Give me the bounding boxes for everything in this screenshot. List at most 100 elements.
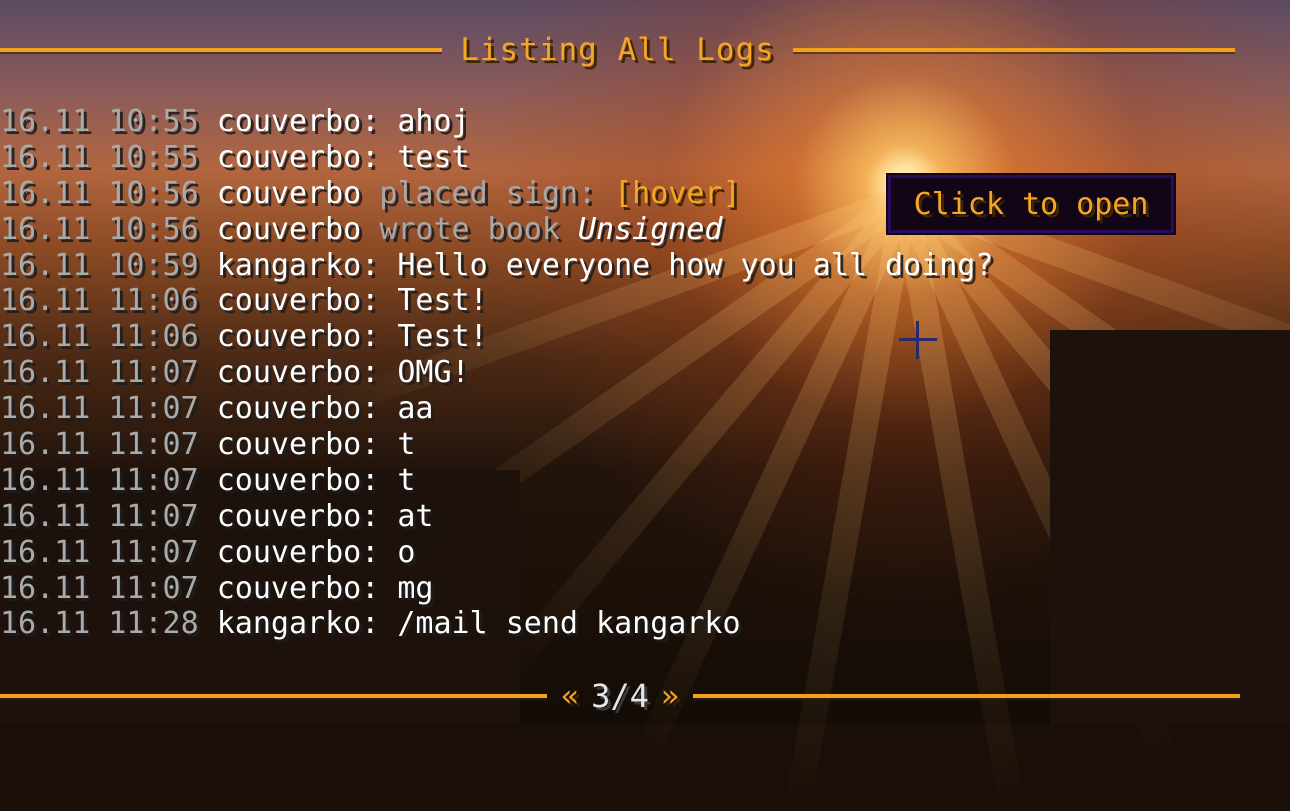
header-rule-right xyxy=(792,48,1235,52)
log-message: t xyxy=(397,427,416,463)
log-row: 16.11 10:59 kangarko: Hello everyone how… xyxy=(0,248,993,284)
log-username: couverbo xyxy=(216,175,362,211)
log-spacer xyxy=(199,606,217,641)
log-username: couverbo xyxy=(216,283,362,319)
log-message: o xyxy=(397,534,416,570)
log-message: Test! xyxy=(397,319,488,355)
log-separator: : xyxy=(361,355,398,391)
log-separator: : xyxy=(361,104,398,139)
log-message: mg xyxy=(397,570,434,606)
log-timestamp: 16.11 11:06 xyxy=(0,319,199,355)
tooltip-text: Click to open xyxy=(913,186,1149,222)
log-separator: : xyxy=(361,247,398,283)
log-spacer xyxy=(199,104,217,139)
next-page-button[interactable]: » xyxy=(661,679,679,714)
log-row: 16.11 11:28 kangarko: /mail send kangark… xyxy=(0,606,993,642)
log-row: 16.11 11:07 couverbo: at xyxy=(0,499,993,535)
log-username: couverbo xyxy=(216,534,362,570)
log-row: 16.11 11:07 couverbo: t xyxy=(0,463,993,499)
log-username: couverbo xyxy=(216,462,362,498)
log-message: aa xyxy=(397,391,434,427)
chat-overlay: Listing All Logs 16.11 10:55 couverbo: a… xyxy=(0,0,1290,724)
page-title: Listing All Logs xyxy=(460,32,775,68)
log-row: 16.11 11:07 couverbo: t xyxy=(0,427,993,463)
log-timestamp: 16.11 11:28 xyxy=(0,606,199,642)
log-username: couverbo xyxy=(216,498,362,534)
log-separator xyxy=(361,176,379,211)
log-timestamp: 16.11 11:07 xyxy=(0,427,199,463)
log-timestamp: 16.11 10:59 xyxy=(0,247,199,283)
log-row: 16.11 11:06 couverbo: Test! xyxy=(0,319,993,355)
log-message: OMG! xyxy=(397,355,470,391)
log-timestamp: 16.11 11:07 xyxy=(0,570,199,606)
log-separator: : xyxy=(361,283,398,319)
log-spacer xyxy=(199,319,217,354)
log-timestamp: 16.11 11:07 xyxy=(0,462,199,498)
log-separator xyxy=(361,212,379,247)
log-timestamp: 16.11 11:07 xyxy=(0,391,199,427)
log-spacer xyxy=(199,176,217,211)
log-username: couverbo xyxy=(216,355,362,391)
log-message: t xyxy=(397,462,416,498)
log-spacer xyxy=(199,248,217,283)
log-spacer xyxy=(199,463,217,498)
log-username: couverbo xyxy=(216,211,362,247)
page-indicator: 3/4 xyxy=(591,677,649,715)
crosshair-vertical xyxy=(916,321,919,359)
log-separator: : xyxy=(361,427,398,463)
log-message: /mail send kangarko xyxy=(397,606,741,642)
log-message: ahoj xyxy=(397,104,470,139)
log-message: Test! xyxy=(397,283,488,319)
log-spacer xyxy=(199,571,217,606)
log-separator: : xyxy=(361,319,398,355)
log-row: 16.11 11:07 couverbo: OMG! xyxy=(0,355,993,391)
log-username: couverbo xyxy=(216,570,362,606)
log-row: 16.11 11:07 couverbo: mg xyxy=(0,571,993,607)
log-separator: : xyxy=(361,139,398,175)
log-timestamp: 16.11 10:56 xyxy=(0,211,199,247)
log-timestamp: 16.11 11:07 xyxy=(0,498,199,534)
log-separator: : xyxy=(361,534,398,570)
log-separator: : xyxy=(361,462,398,498)
log-action: wrote book xyxy=(379,211,578,247)
log-timestamp: 16.11 11:06 xyxy=(0,283,199,319)
book-title-link[interactable]: Unsigned xyxy=(578,212,723,247)
log-spacer xyxy=(199,535,217,570)
pagination: « 3/4 » xyxy=(547,677,693,715)
hover-link[interactable]: [hover] xyxy=(614,176,740,211)
footer-rule-right xyxy=(692,694,1241,698)
log-spacer xyxy=(199,283,217,318)
log-username: couverbo xyxy=(216,139,362,175)
log-separator: : xyxy=(361,498,398,534)
log-row: 16.11 10:56 couverbo placed sign: [hover… xyxy=(0,176,993,212)
log-row: 16.11 11:07 couverbo: aa xyxy=(0,391,993,427)
log-timestamp: 16.11 11:07 xyxy=(0,534,199,570)
log-row: 16.11 10:56 couverbo wrote book Unsigned xyxy=(0,212,993,248)
prev-page-button[interactable]: « xyxy=(561,679,579,714)
log-message: Hello everyone how you all doing? xyxy=(397,247,994,283)
log-spacer xyxy=(199,355,217,390)
log-username: couverbo xyxy=(216,319,362,355)
log-timestamp: 16.11 10:56 xyxy=(0,175,199,211)
log-separator: : xyxy=(361,391,398,427)
log-spacer xyxy=(199,391,217,426)
log-username: kangarko xyxy=(216,606,362,642)
crosshair-icon xyxy=(899,321,937,359)
log-username: couverbo xyxy=(216,104,362,139)
header-rule-left xyxy=(0,48,443,52)
log-message: test xyxy=(397,139,470,175)
log-list: 16.11 10:55 couverbo: ahoj 16.11 10:55 co… xyxy=(0,104,993,642)
hover-tooltip: Click to open xyxy=(888,175,1174,233)
log-spacer xyxy=(199,140,217,175)
log-row: 16.11 11:06 couverbo: Test! xyxy=(0,283,993,319)
log-row: 16.11 10:55 couverbo: test xyxy=(0,140,993,176)
log-separator: : xyxy=(361,606,398,642)
log-action: placed sign: xyxy=(379,175,615,211)
log-separator: : xyxy=(361,570,398,606)
log-row: 16.11 10:55 couverbo: ahoj xyxy=(0,104,993,140)
log-spacer xyxy=(199,499,217,534)
log-timestamp: 16.11 11:07 xyxy=(0,355,199,391)
footer-rule-left xyxy=(0,694,548,698)
log-username: couverbo xyxy=(216,391,362,427)
log-spacer xyxy=(199,427,217,462)
